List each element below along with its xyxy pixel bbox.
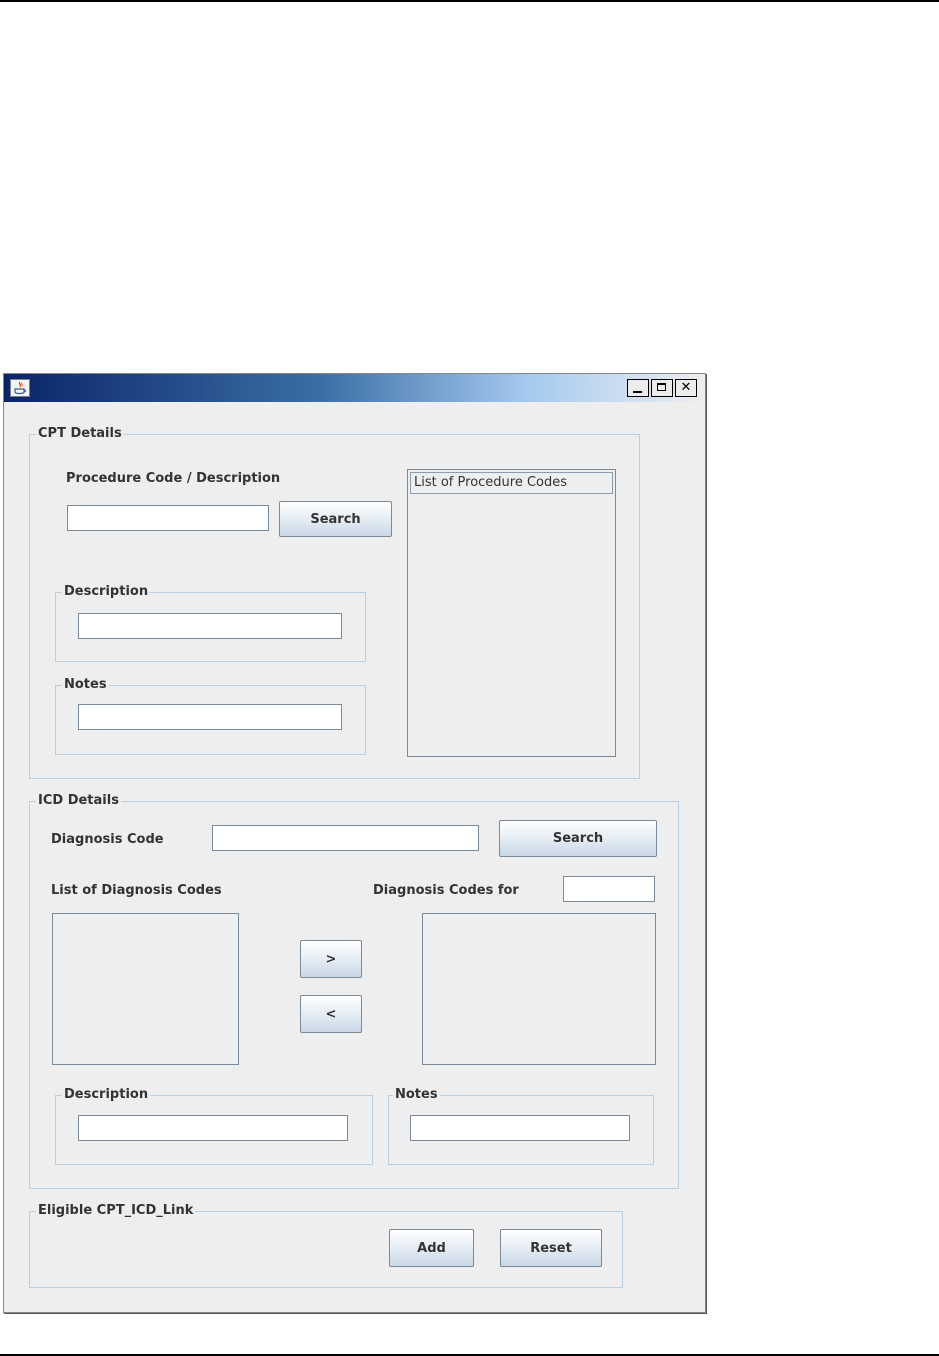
procedure-codes-list[interactable]: List of Procedure Codes bbox=[407, 469, 616, 757]
icd-notes-title: Notes bbox=[393, 1087, 440, 1103]
diagnosis-codes-list[interactable] bbox=[52, 913, 239, 1065]
maximize-button[interactable] bbox=[651, 379, 673, 397]
icd-description-group: Description bbox=[55, 1087, 373, 1165]
cpt-details-title: CPT Details bbox=[36, 426, 124, 442]
add-button[interactable]: Add bbox=[389, 1229, 474, 1267]
diagnosis-list-label: List of Diagnosis Codes bbox=[51, 883, 222, 898]
move-left-button[interactable]: < bbox=[300, 995, 362, 1033]
diagnosis-code-input[interactable] bbox=[212, 825, 479, 851]
page-top-rule bbox=[0, 0, 939, 2]
icd-description-title: Description bbox=[62, 1087, 151, 1103]
cpt-notes-input[interactable] bbox=[78, 704, 342, 730]
java-app-icon[interactable] bbox=[10, 379, 30, 397]
minimize-button[interactable] bbox=[627, 379, 649, 397]
cpt-description-input[interactable] bbox=[78, 613, 342, 639]
cpt-description-group: Description bbox=[55, 584, 366, 662]
reset-button[interactable]: Reset bbox=[500, 1229, 602, 1267]
move-right-button[interactable]: > bbox=[300, 940, 362, 978]
procedure-code-label: Procedure Code / Description bbox=[66, 471, 281, 486]
title-bar[interactable]: ✕ bbox=[4, 374, 705, 402]
eligible-link-title: Eligible CPT_ICD_Link bbox=[36, 1203, 196, 1219]
close-icon: ✕ bbox=[680, 380, 692, 395]
cpt-description-title: Description bbox=[62, 584, 151, 600]
icd-notes-input[interactable] bbox=[410, 1115, 630, 1141]
eligible-link-group: Eligible CPT_ICD_Link Add Reset bbox=[29, 1203, 623, 1288]
icd-details-group: ICD Details Diagnosis Code Search List o… bbox=[29, 793, 679, 1189]
cpt-notes-title: Notes bbox=[62, 677, 109, 693]
selected-diagnosis-codes-list[interactable] bbox=[422, 913, 656, 1065]
procedure-codes-list-header: List of Procedure Codes bbox=[410, 472, 613, 494]
diagnosis-codes-for-input[interactable] bbox=[563, 876, 655, 902]
icd-details-title: ICD Details bbox=[36, 793, 121, 809]
diagnosis-codes-for-label: Diagnosis Codes for bbox=[373, 883, 519, 898]
cpt-search-button[interactable]: Search bbox=[279, 501, 392, 537]
application-window: ✕ CPT Details Procedure Code / Descripti… bbox=[3, 373, 706, 1313]
procedure-code-input[interactable] bbox=[67, 505, 269, 531]
icd-description-input[interactable] bbox=[78, 1115, 348, 1141]
icd-search-button[interactable]: Search bbox=[499, 820, 657, 857]
diagnosis-code-label: Diagnosis Code bbox=[51, 832, 164, 847]
minimize-icon bbox=[633, 391, 642, 393]
cpt-notes-group: Notes bbox=[55, 677, 366, 755]
cpt-details-group: CPT Details Procedure Code / Description… bbox=[29, 426, 640, 779]
maximize-icon bbox=[657, 383, 666, 391]
close-button[interactable]: ✕ bbox=[675, 379, 697, 397]
icd-notes-group: Notes bbox=[388, 1087, 654, 1165]
